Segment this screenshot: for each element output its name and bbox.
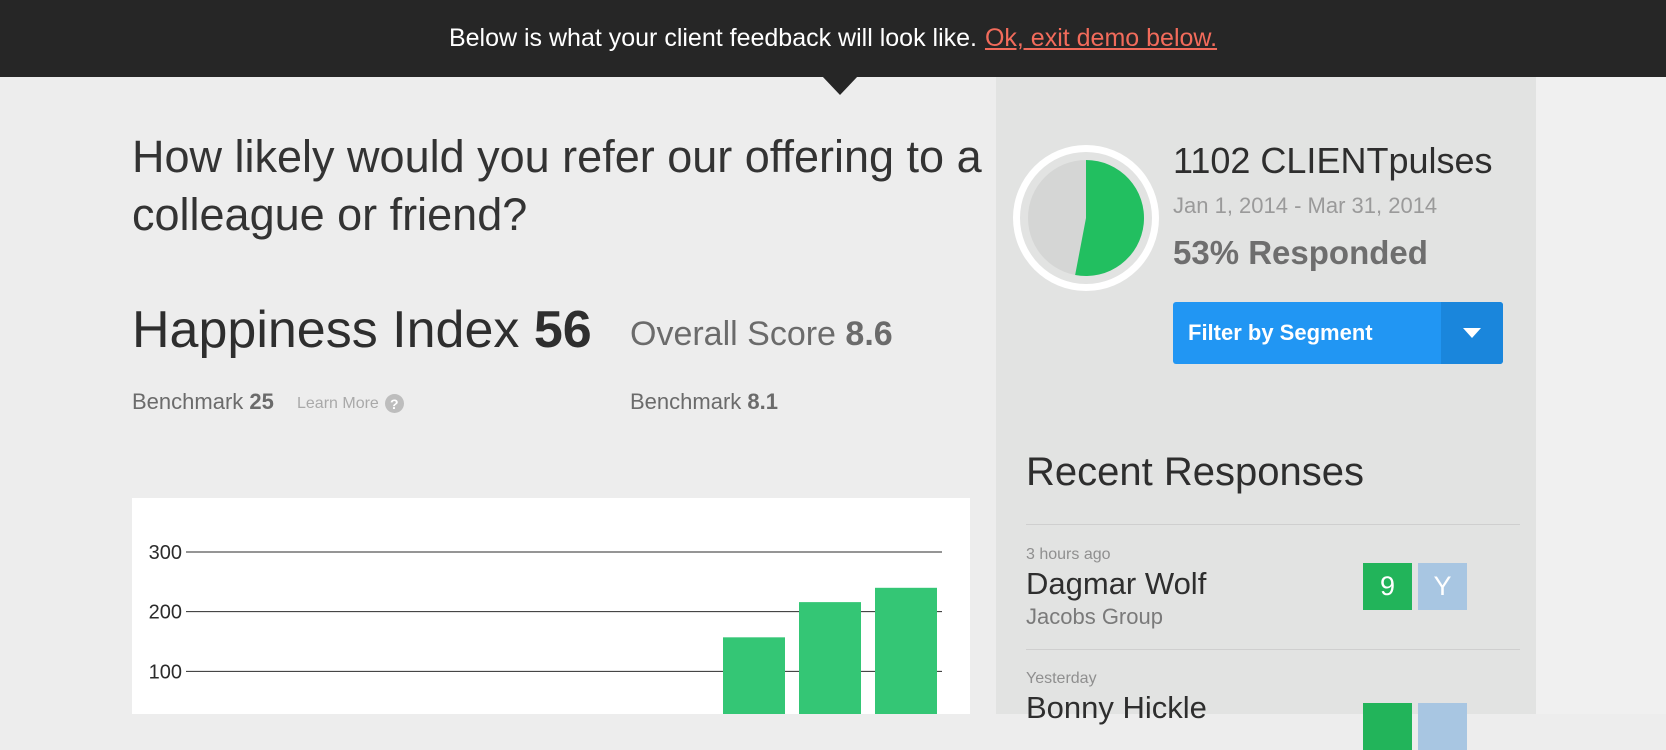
- recent-responses-title: Recent Responses: [1026, 450, 1364, 494]
- overall-benchmark: Benchmark 8.1: [630, 389, 778, 415]
- learn-more-label: Learn More: [297, 394, 379, 412]
- exit-demo-link[interactable]: Ok, exit demo below.: [985, 24, 1217, 53]
- response-time: Yesterday: [1026, 670, 1097, 687]
- divider: [1026, 649, 1520, 650]
- divider: [1026, 524, 1520, 525]
- y-tick-label: 300: [149, 542, 182, 564]
- response-item[interactable]: Yesterday Bonny Hickle: [1026, 670, 1207, 726]
- happiness-index-value: 56: [533, 301, 592, 359]
- demo-banner: Below is what your client feedback will …: [0, 0, 1666, 77]
- answer-badge: [1418, 703, 1467, 750]
- respondent-company: Jacobs Group: [1026, 604, 1163, 629]
- response-time: 3 hours ago: [1026, 546, 1111, 563]
- score-badge: 9: [1363, 563, 1412, 610]
- bar-score-8: [723, 637, 785, 714]
- respondent-name: Dagmar Wolf: [1026, 566, 1207, 601]
- response-item[interactable]: 3 hours ago Dagmar Wolf Jacobs Group: [1026, 546, 1206, 630]
- happiness-benchmark: Benchmark 25: [132, 389, 274, 415]
- y-tick-label: 100: [149, 661, 182, 683]
- score-badge: [1363, 703, 1412, 750]
- overall-score-value: 8.6: [845, 315, 893, 353]
- date-range: Jan 1, 2014 - Mar 31, 2014: [1173, 193, 1438, 218]
- bar-chart-svg: 100 200 300: [149, 542, 942, 714]
- benchmark-value: 25: [249, 389, 274, 414]
- chevron-down-icon: [1463, 328, 1481, 338]
- page-margin: [1536, 77, 1666, 714]
- score-distribution-chart: 100 200 300: [132, 498, 970, 714]
- y-tick-label: 200: [149, 602, 182, 624]
- response-rate: 53% Responded: [1173, 234, 1428, 271]
- filter-by-segment-button[interactable]: Filter by Segment: [1173, 302, 1503, 364]
- banner-pointer: [822, 76, 858, 95]
- answer-badge: Y: [1418, 563, 1467, 610]
- overall-score-label: Overall Score: [630, 315, 836, 353]
- happiness-index: Happiness Index 56: [132, 300, 592, 360]
- respondent-name: Bonny Hickle: [1026, 690, 1207, 725]
- benchmark-label: Benchmark: [630, 389, 742, 414]
- pulse-count: 1102 CLIENTpulses: [1173, 140, 1493, 181]
- bar-score-10: [875, 587, 937, 714]
- filter-dropdown-toggle[interactable]: [1441, 302, 1503, 364]
- benchmark-value: 8.1: [747, 389, 778, 414]
- benchmark-label: Benchmark: [132, 389, 244, 414]
- filter-label: Filter by Segment: [1188, 320, 1373, 345]
- bar-score-9: [799, 602, 861, 714]
- help-icon[interactable]: ?: [384, 394, 404, 413]
- response-rate-donut: [1013, 145, 1159, 291]
- survey-question: How likely would you refer our offering …: [132, 131, 982, 240]
- happiness-index-label: Happiness Index: [132, 301, 520, 359]
- learn-more-link[interactable]: Learn More ?: [297, 394, 404, 413]
- overall-score: Overall Score 8.6: [630, 315, 893, 354]
- banner-message: Below is what your client feedback will …: [448, 24, 977, 52]
